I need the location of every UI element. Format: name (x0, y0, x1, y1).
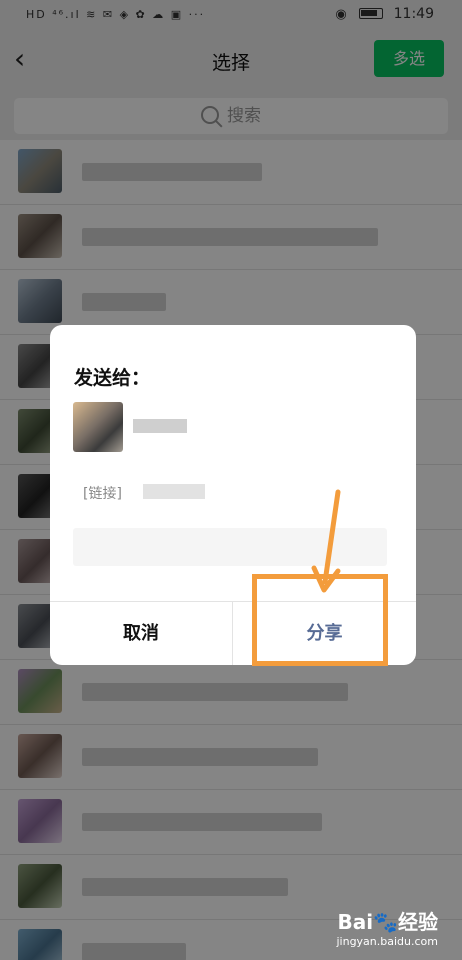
link-title (143, 484, 205, 499)
watermark: Bai🐾经验 jingyan.baidu.com (336, 906, 438, 948)
cancel-button[interactable]: 取消 (50, 602, 232, 665)
baidu-logo: Bai🐾经验 (337, 910, 439, 934)
recipient-avatar (73, 402, 123, 452)
recipient-name (133, 419, 187, 433)
message-input[interactable] (73, 528, 387, 566)
dialog-title: 发送给： (74, 367, 151, 389)
watermark-url: jingyan.baidu.com (336, 935, 438, 948)
link-label: [链接] (83, 486, 122, 502)
annotation-highlight-box (252, 574, 388, 666)
